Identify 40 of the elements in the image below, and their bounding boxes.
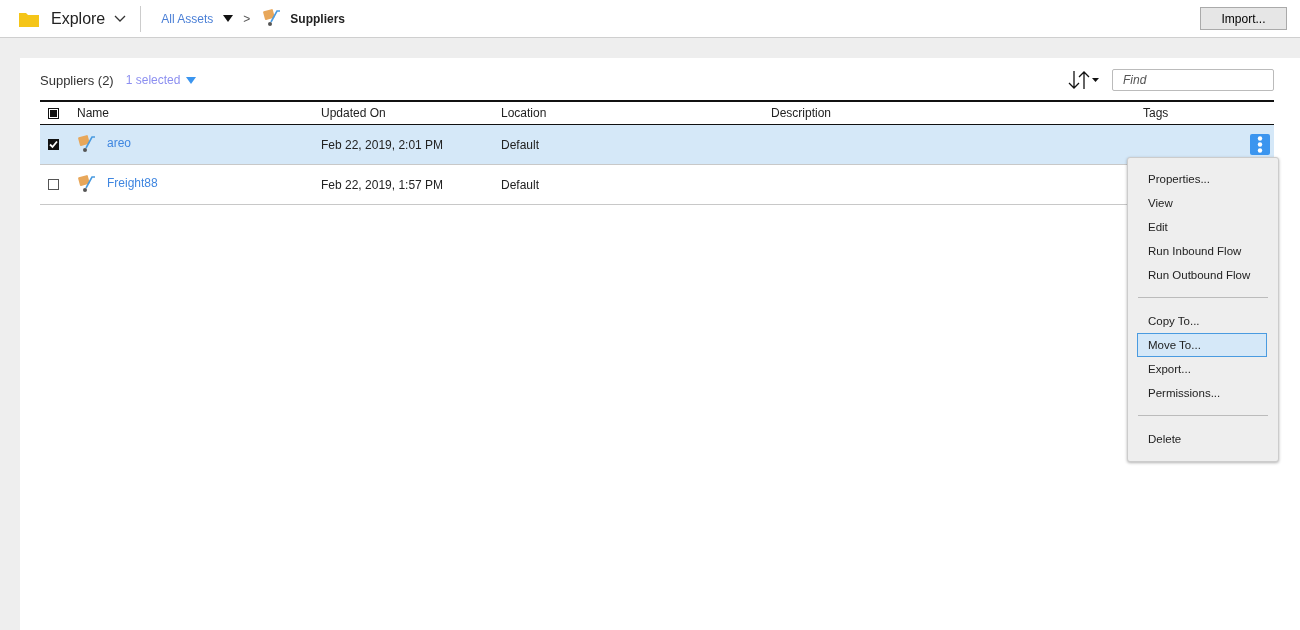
menu-item[interactable]: Edit [1137, 215, 1267, 239]
column-header[interactable]: Location [501, 106, 771, 120]
table-cell-text: Feb 22, 2019, 2:01 PM [321, 137, 445, 152]
column-header[interactable]: Description [771, 106, 1143, 120]
menu-item[interactable]: Run Inbound Flow [1137, 239, 1267, 263]
breadcrumb-current: Suppliers [290, 11, 345, 26]
breadcrumb-separator: > [243, 11, 251, 26]
asset-link[interactable]: Freight88 [107, 175, 158, 190]
more-icon [1257, 136, 1263, 153]
menu-item[interactable]: Copy To... [1137, 309, 1267, 333]
table-row[interactable]: areo Feb 22, 2019, 2:01 PM Default [40, 125, 1274, 165]
import-button[interactable]: Import... [1200, 7, 1287, 30]
folder-icon [19, 10, 39, 27]
menu-item[interactable]: Permissions... [1137, 381, 1267, 405]
table-cell-text: Default [501, 137, 541, 152]
column-header[interactable]: Updated On [321, 106, 501, 120]
table-cell-text: Default [501, 177, 541, 192]
checkbox[interactable] [48, 107, 59, 119]
cart-icon [77, 132, 97, 153]
list-title: Suppliers (2) [40, 72, 114, 88]
checkbox[interactable] [48, 179, 59, 190]
checkbox[interactable] [48, 139, 59, 150]
chevron-icon[interactable] [114, 14, 127, 23]
dropdown-icon[interactable] [223, 15, 234, 22]
menu-item[interactable]: Delete [1137, 427, 1267, 451]
app-title: Explore [51, 9, 106, 28]
caret-icon [186, 76, 197, 84]
table-cell-text: Feb 22, 2019, 1:57 PM [321, 177, 445, 192]
column-header[interactable]: Name [77, 106, 321, 120]
menu-item[interactable]: Properties... [1137, 167, 1267, 191]
column-header[interactable]: Tags [1143, 106, 1274, 120]
more-button[interactable] [1250, 134, 1270, 155]
sort-icon[interactable] [1068, 70, 1100, 90]
breadcrumb-link[interactable]: All Assets [161, 11, 214, 26]
search-field[interactable]: Find [1112, 69, 1274, 91]
cart-icon [262, 6, 283, 27]
cart-icon [77, 172, 97, 193]
menu-item[interactable]: Move To... [1137, 333, 1267, 357]
menu-item[interactable]: Export... [1137, 357, 1267, 381]
menu-item[interactable]: Run Outbound Flow [1137, 263, 1267, 287]
